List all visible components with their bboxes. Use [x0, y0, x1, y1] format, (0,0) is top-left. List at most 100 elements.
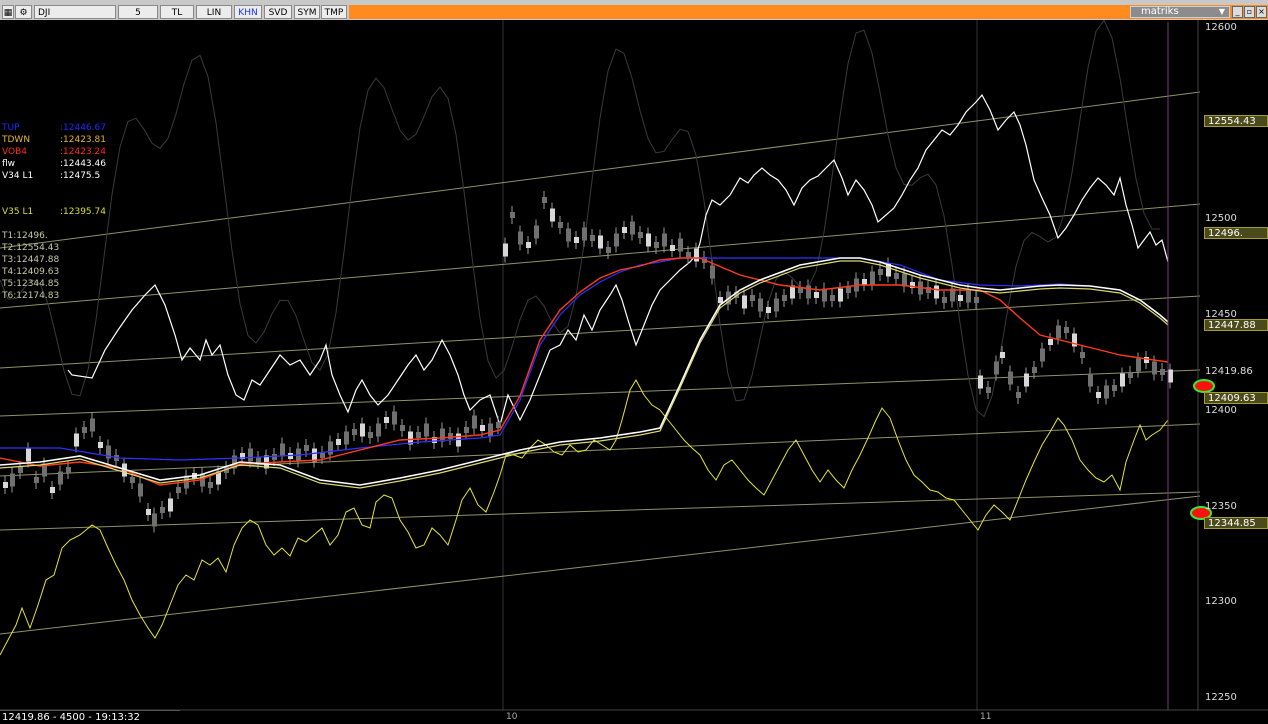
svd-button[interactable]: SVD [264, 5, 292, 19]
candle-body [994, 361, 999, 375]
legend-value: :12423.24 [60, 147, 106, 157]
candle-body [1144, 357, 1149, 363]
candle-body [18, 467, 23, 473]
candle-body [352, 429, 357, 435]
candle-body [878, 269, 883, 275]
tmp-button[interactable]: TMP [321, 5, 347, 19]
time-label-10: 10 [506, 712, 518, 722]
legend-label: T5:12344.85 [2, 279, 60, 289]
candle-body [272, 454, 277, 460]
candle-body [622, 227, 627, 233]
candle-body [1152, 361, 1157, 375]
candle-body [280, 443, 285, 457]
candle-body [1080, 352, 1085, 358]
price-level-box: 12496. [1204, 227, 1268, 239]
price-tick: 12350 [1205, 500, 1237, 512]
legend-row: T6:12174.83 [2, 290, 106, 302]
price-level-box: 12554.43 [1204, 115, 1268, 127]
candle-body [130, 477, 135, 483]
candle-body [1096, 392, 1101, 398]
legend-row: TDWN:12423.81 [2, 134, 106, 146]
dropdown-icon[interactable]: ▼ [1219, 7, 1225, 17]
candle-body [1088, 373, 1093, 387]
price-tick: 12600 [1205, 22, 1237, 33]
price-chart[interactable] [0, 20, 1268, 723]
tl-button[interactable]: TL [160, 5, 194, 19]
maximize-icon[interactable]: ▫ [1244, 6, 1255, 18]
legend-label: flw [2, 159, 16, 169]
candle-body [814, 292, 819, 298]
candle-body [496, 422, 501, 428]
candle-body [614, 233, 619, 247]
interval-field[interactable]: 5 [118, 5, 158, 19]
price-tick: 12300 [1205, 596, 1237, 608]
toolbar: ▦ ⚙ DJI 5 TL LIN KHN SVD SYM TMP matriks… [0, 0, 1268, 20]
candle-body [1136, 358, 1141, 372]
candle-body [574, 237, 579, 243]
chart-icon[interactable]: ▦ [2, 5, 14, 19]
price-level-marker [1193, 379, 1215, 393]
minimize-icon[interactable]: _ [1232, 6, 1243, 18]
candle-body [90, 418, 95, 432]
price-tick: 12250 [1205, 692, 1237, 703]
candle-body [1168, 369, 1173, 383]
candle-body [360, 423, 365, 437]
candle-body [974, 297, 979, 303]
candle-body [440, 428, 445, 442]
legend-row: T4:12409.63 [2, 266, 106, 278]
candle-body [368, 432, 373, 438]
candle-body [26, 448, 31, 462]
sym-button[interactable]: SYM [294, 5, 320, 19]
candle-body [598, 235, 603, 249]
legend-row: TUP:12446.67 [2, 122, 106, 134]
status-bar: 12419.86 - 4500 - 19:13:32 [0, 710, 180, 723]
legend-label: T3:12447.88 [2, 255, 60, 265]
khn-button[interactable]: KHN [234, 5, 262, 19]
candle-body [328, 441, 333, 455]
legend-row: T1:12496. [2, 230, 106, 242]
candle-body [978, 375, 983, 389]
legend-value: :12423.81 [60, 135, 106, 145]
candle-body [424, 423, 429, 437]
lin-button[interactable]: LIN [196, 5, 232, 19]
candle-body [1104, 385, 1109, 399]
candle-body [248, 448, 253, 462]
legend-label: T4:12409.63 [2, 267, 60, 277]
candle-body [846, 287, 851, 293]
candle-body [806, 285, 811, 299]
candle-body [750, 295, 755, 301]
candle-body [830, 295, 835, 301]
candle-body [384, 417, 389, 423]
price-level-box: 12409.63 [1204, 392, 1268, 404]
candle-body [1120, 373, 1125, 387]
candle-body [1016, 392, 1021, 398]
legend-row: flw:12443.46 [2, 158, 106, 170]
price-level-box: 12447.88 [1204, 319, 1268, 331]
candle-body [488, 423, 493, 437]
settings-icon[interactable]: ⚙ [15, 5, 32, 19]
candle-body [510, 212, 515, 218]
candle-body [146, 509, 151, 515]
symbol-field[interactable]: DJI [34, 5, 116, 19]
candle-body [934, 285, 939, 299]
legend-row: V35 L1:12395.74 [2, 206, 106, 218]
candle-body [168, 498, 173, 512]
candle-body [694, 248, 699, 262]
candle-body [480, 425, 485, 431]
candle-body [98, 442, 103, 448]
candle-body [1032, 367, 1037, 373]
candle-body [160, 507, 165, 513]
candle-body [942, 297, 947, 303]
candle-body [862, 279, 867, 285]
candle-body [34, 477, 39, 483]
candle-body [526, 242, 531, 248]
candle-body [838, 288, 843, 302]
last-price-label: 12419.86 [1205, 366, 1253, 377]
legend-row: T5:12344.85 [2, 278, 106, 290]
candle-body [542, 197, 547, 203]
candle-body [718, 297, 723, 303]
price-tick: 12400 [1205, 404, 1237, 416]
close-icon[interactable]: × [1256, 6, 1267, 18]
legend-row: VOB4:12423.24 [2, 146, 106, 158]
candle-body [646, 233, 651, 247]
